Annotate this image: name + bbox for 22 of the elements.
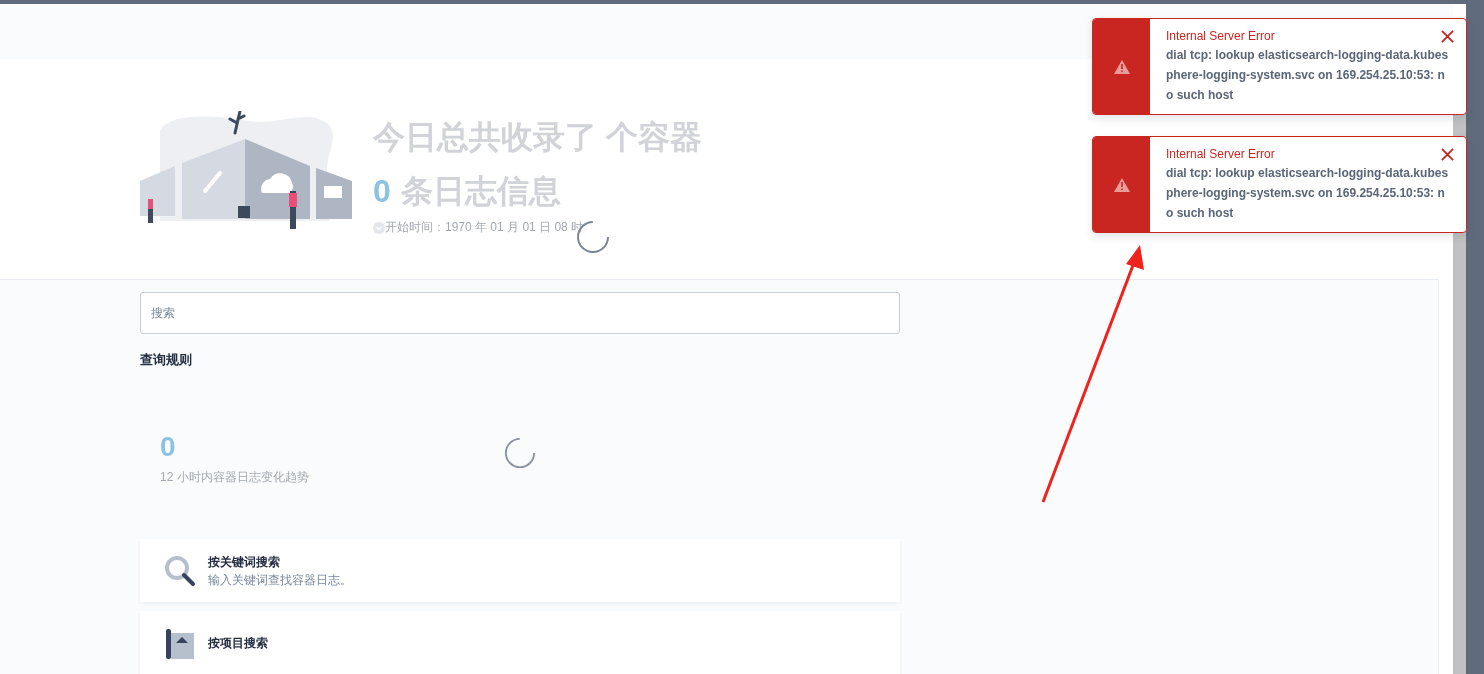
- search-icon: [164, 554, 196, 587]
- trend-count: 0: [160, 431, 177, 463]
- notification-message: dial tcp: lookup elasticsearch-logging-data.kubesphere-logging-system.svc on 169.254.25.10:53: no such host: [1166, 165, 1450, 222]
- section-title: 查询规则: [140, 351, 193, 369]
- rule-description: 输入关键词查找容器日志。: [208, 571, 352, 589]
- close-icon[interactable]: [1441, 30, 1454, 43]
- notification-message: dial tcp: lookup elasticsearch-logging-data.kubesphere-logging-system.svc on 169.254.25.10:53: no such host: [1166, 47, 1450, 104]
- rule-card[interactable]: 按关键词搜索 输入关键词查找容器日志。: [140, 539, 900, 602]
- close-icon[interactable]: [1441, 148, 1454, 161]
- rule-title: 按项目搜索: [208, 634, 268, 652]
- rule-card[interactable]: 按项目搜索: [140, 611, 900, 674]
- loading-spinner-icon: [503, 436, 537, 470]
- notification-title: Internal Server Error: [1166, 28, 1276, 45]
- rule-title: 按关键词搜索: [208, 553, 281, 571]
- search-field[interactable]: 搜索: [140, 292, 900, 334]
- notification-title: Internal Server Error: [1166, 146, 1276, 163]
- chevron-circle-icon: [373, 221, 385, 234]
- log-count: 0: [373, 172, 391, 212]
- folder-icon: [164, 626, 196, 659]
- warning-icon: [1113, 59, 1130, 74]
- warning-icon: [1113, 177, 1130, 192]
- trend-label: 12 小时内容器日志变化趋势: [160, 469, 309, 486]
